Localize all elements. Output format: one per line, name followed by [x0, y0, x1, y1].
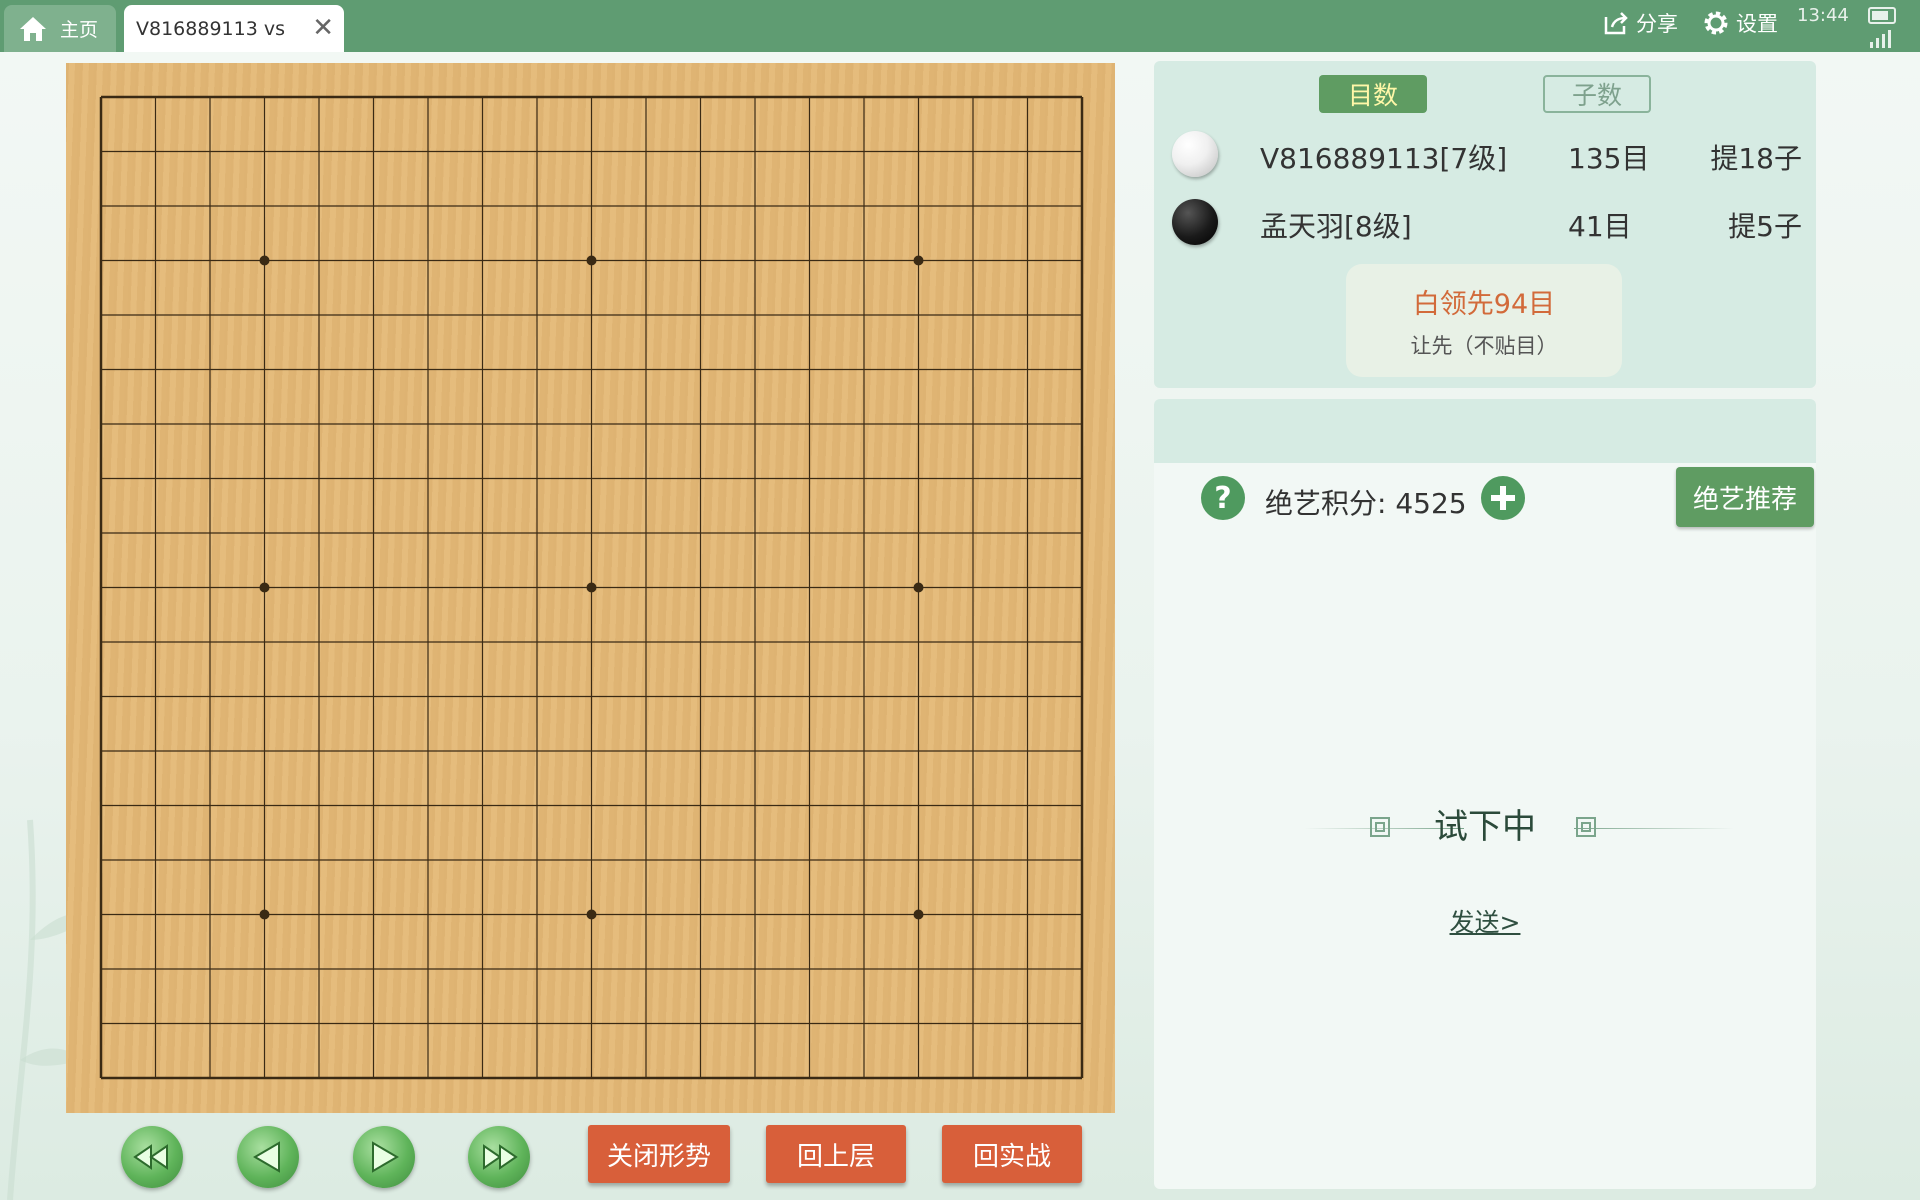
ai-recommend-button[interactable]: 绝艺推荐 — [1676, 467, 1814, 527]
back-level-button[interactable]: 回上层 — [766, 1125, 906, 1183]
star-point — [259, 909, 270, 920]
home-icon — [20, 16, 46, 41]
mode-area-button[interactable]: 子数 — [1543, 75, 1651, 113]
score-panel: 目数 子数 V816889113[7级] 135目 提18子 孟天羽[8级] 4… — [1154, 61, 1816, 388]
star-point — [913, 909, 924, 920]
star-point — [259, 255, 270, 266]
help-icon[interactable]: ? — [1200, 475, 1246, 521]
tab-home-label: 主页 — [60, 19, 99, 41]
close-analysis-button[interactable]: 关闭形势 — [588, 1125, 730, 1183]
settings-label: 设置 — [1736, 12, 1778, 36]
share-icon — [1604, 12, 1628, 35]
signal-icon — [1870, 30, 1891, 48]
close-icon[interactable]: ✕ — [312, 13, 334, 43]
handicap-text: 让先（不贴目） — [1410, 334, 1558, 358]
back-game-button[interactable]: 回实战 — [942, 1125, 1082, 1183]
play-backward-icon — [253, 1141, 280, 1173]
black-player-captures: 提5子 — [1728, 210, 1802, 243]
tab-game[interactable]: V816889113 vs ✕ — [124, 5, 344, 52]
battery-icon — [1868, 7, 1896, 24]
trying-status: 试下中 — [1434, 807, 1536, 847]
next-move-button[interactable] — [353, 1126, 415, 1188]
play-forward-icon — [372, 1141, 399, 1173]
ai-score: 绝艺积分: 4525 — [1265, 487, 1467, 520]
previous-move-button[interactable] — [237, 1126, 299, 1188]
black-player-score: 41目 — [1568, 210, 1632, 243]
white-player-score: 135目 — [1568, 142, 1650, 175]
star-point — [586, 582, 597, 593]
black-stone-icon — [1172, 199, 1218, 245]
star-point — [913, 582, 924, 593]
white-player-row: V816889113[7级] 135目 提18子 — [1172, 129, 1802, 179]
settings-button[interactable]: 设置 — [1702, 8, 1778, 38]
share-button[interactable]: 分享 — [1602, 8, 1678, 38]
go-board[interactable] — [66, 63, 1115, 1113]
plus-icon[interactable] — [1480, 475, 1526, 521]
lead-box: 白领先94目 让先（不贴目） — [1346, 264, 1622, 377]
clock: 13:44 — [1797, 5, 1849, 26]
star-point — [913, 255, 924, 266]
tab-home[interactable]: 主页 — [4, 5, 116, 52]
fast-backward-icon — [133, 1144, 168, 1170]
lead-text: 白领先94目 — [1412, 289, 1556, 320]
white-player-name: V816889113[7级] — [1260, 142, 1508, 175]
first-move-button[interactable] — [121, 1126, 183, 1188]
send-link[interactable]: 发送> — [1154, 903, 1816, 939]
share-label: 分享 — [1636, 12, 1678, 36]
svg-text:?: ? — [1214, 481, 1231, 516]
send-label[interactable]: 发送> — [1450, 908, 1521, 937]
fast-forward-icon — [483, 1144, 518, 1170]
ai-panel-header — [1154, 399, 1816, 463]
mode-territory-button[interactable]: 目数 — [1319, 75, 1427, 113]
last-move-button[interactable] — [468, 1126, 530, 1188]
star-point — [586, 255, 597, 266]
star-point — [259, 582, 270, 593]
tab-game-label: V816889113 vs — [136, 17, 285, 40]
star-point — [586, 909, 597, 920]
white-player-captures: 提18子 — [1710, 142, 1802, 175]
gear-icon — [1704, 11, 1728, 35]
board-grid[interactable] — [66, 63, 1115, 1113]
black-player-name: 孟天羽[8级] — [1260, 210, 1412, 243]
black-player-row: 孟天羽[8级] 41目 提5子 — [1172, 197, 1802, 247]
top-bar: 主页 V816889113 vs ✕ 分享 设置 13:44 — [0, 0, 1920, 52]
ai-panel: ? 绝艺积分: 4525 绝艺推荐 试下中 发送> — [1154, 399, 1816, 1189]
white-stone-icon — [1172, 131, 1218, 177]
